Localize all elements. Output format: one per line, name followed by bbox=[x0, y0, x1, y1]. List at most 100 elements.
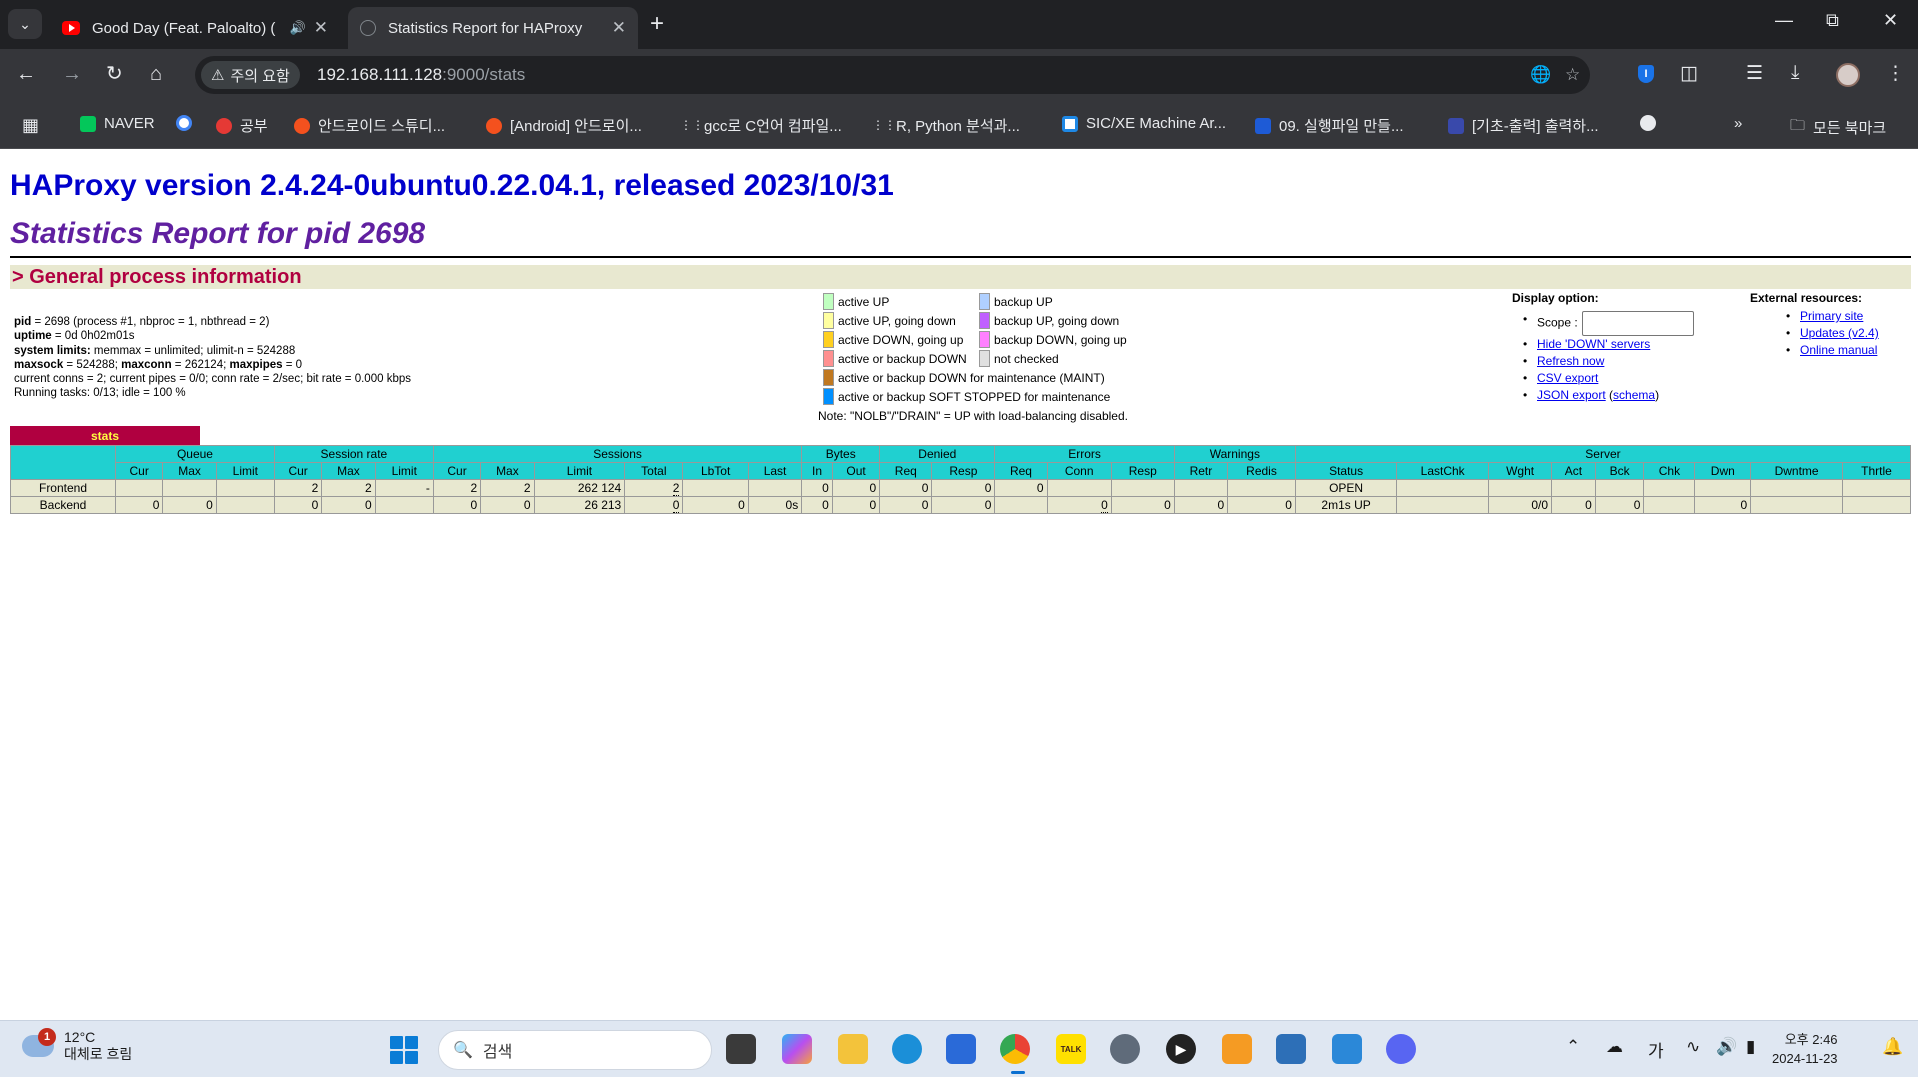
ime-indicator[interactable]: 가 bbox=[1648, 1037, 1664, 1062]
refresh-now-link[interactable]: Refresh now bbox=[1537, 354, 1604, 368]
network-app-icon[interactable] bbox=[1276, 1034, 1306, 1064]
system-clock[interactable]: 오후 2:46 2024-11-23 bbox=[1772, 1030, 1838, 1068]
active-app-indicator bbox=[1011, 1071, 1025, 1074]
notifications-icon[interactable]: 🔔 bbox=[1882, 1037, 1903, 1057]
tab-haproxy-stats[interactable]: Statistics Report for HAProxy ✕ bbox=[348, 7, 638, 49]
star-icon[interactable]: ☆ bbox=[1565, 65, 1580, 85]
table-cell bbox=[1227, 479, 1296, 497]
legend-swatch bbox=[823, 293, 834, 310]
maxsock-value: = 524288; bbox=[63, 358, 122, 371]
updates-link[interactable]: Updates (v2.4) bbox=[1800, 326, 1879, 340]
bookmark-naver[interactable]: NAVER bbox=[80, 115, 155, 132]
primary-site-link[interactable]: Primary site bbox=[1800, 309, 1863, 323]
bookmark-android[interactable]: [Android] 안드로이... bbox=[486, 115, 642, 136]
wifi-icon[interactable]: ∿ bbox=[1686, 1037, 1700, 1057]
cell-value[interactable]: 0 bbox=[672, 498, 680, 513]
table-cell: 0 bbox=[321, 496, 376, 514]
url-text[interactable]: 192.168.111.128:9000/stats bbox=[317, 65, 525, 85]
start-button[interactable] bbox=[390, 1036, 418, 1064]
folder-icon: 🗀 bbox=[1790, 117, 1806, 134]
new-tab-button[interactable]: + bbox=[650, 11, 664, 37]
media-player-icon[interactable]: ▶ bbox=[1166, 1034, 1196, 1064]
bookmark-basics-output[interactable]: [기초-출력] 출력하... bbox=[1448, 115, 1599, 136]
online-manual-link[interactable]: Online manual bbox=[1800, 343, 1877, 357]
settings-gear-icon[interactable] bbox=[1110, 1034, 1140, 1064]
column-header: LastChk bbox=[1396, 462, 1490, 480]
bookmark-sicxe[interactable]: SIC/XE Machine Ar... bbox=[1062, 115, 1226, 132]
copilot-icon[interactable] bbox=[782, 1034, 812, 1064]
back-arrow-icon[interactable]: ← bbox=[16, 62, 36, 86]
file-explorer-icon[interactable] bbox=[838, 1034, 868, 1064]
onedrive-offline-icon[interactable]: ☁ bbox=[1606, 1037, 1623, 1057]
proxy-name-tab[interactable]: stats bbox=[10, 426, 200, 446]
bookmark-study[interactable]: 공부 bbox=[216, 115, 268, 136]
translate-icon[interactable]: 🌐 bbox=[1530, 65, 1551, 85]
home-icon[interactable]: ⌂ bbox=[150, 62, 162, 86]
bookmark-google[interactable] bbox=[176, 115, 192, 131]
vmware-icon[interactable] bbox=[1222, 1034, 1252, 1064]
notepad-icon[interactable] bbox=[1332, 1034, 1362, 1064]
security-chip[interactable]: ⚠ 주의 요함 bbox=[201, 61, 300, 89]
chrome-icon[interactable] bbox=[1000, 1034, 1030, 1064]
json-schema-link[interactable]: schema bbox=[1613, 388, 1655, 402]
store-icon[interactable] bbox=[946, 1034, 976, 1064]
hide-down-servers-link[interactable]: Hide 'DOWN' servers bbox=[1537, 337, 1650, 351]
row-name[interactable]: Backend bbox=[10, 496, 116, 514]
column-header: LbTot bbox=[682, 462, 749, 480]
scope-input[interactable] bbox=[1581, 311, 1694, 336]
audio-playing-icon[interactable]: 🔊 bbox=[290, 20, 306, 36]
legend-label: active DOWN, going up bbox=[838, 332, 964, 347]
minimize-icon[interactable]: — bbox=[1775, 10, 1793, 31]
download-icon[interactable]: ⤓ bbox=[1791, 62, 1799, 84]
tab-search-button[interactable]: ⌄ bbox=[8, 9, 42, 39]
table-column-header: Cur Max Limit Cur Max Limit Cur Max Limit Total Lb… bbox=[11, 462, 1912, 480]
csv-export-link[interactable]: CSV export bbox=[1537, 371, 1598, 385]
group-header: Denied bbox=[879, 445, 996, 463]
kebab-menu-icon[interactable]: ⋮ bbox=[1886, 62, 1905, 85]
address-bar[interactable]: ⚠ 주의 요함 192.168.111.128:9000/stats 🌐 ☆ bbox=[195, 56, 1590, 94]
bookmark-r-python[interactable]: ⋮⋮ R, Python 분석과... bbox=[872, 115, 1020, 136]
table-cell bbox=[162, 479, 217, 497]
taskbar-search[interactable]: 🔍 검색 bbox=[438, 1030, 712, 1070]
table-cell: 0 bbox=[432, 496, 482, 514]
json-export-link[interactable]: JSON export bbox=[1537, 388, 1606, 402]
table-cell: 0 bbox=[994, 479, 1048, 497]
edge-icon[interactable] bbox=[892, 1034, 922, 1064]
password-manager-icon[interactable]: I bbox=[1638, 65, 1654, 83]
forward-arrow-icon[interactable]: → bbox=[62, 62, 82, 86]
battery-icon[interactable]: ▮ bbox=[1746, 1037, 1755, 1057]
all-bookmarks[interactable]: 🗀 모든 북마크 bbox=[1790, 115, 1886, 140]
chevron-up-icon[interactable]: ⌃ bbox=[1566, 1037, 1580, 1057]
bookmark-gcc[interactable]: ⋮⋮ gcc로 C언어 컴파일... bbox=[680, 115, 842, 136]
close-icon[interactable]: ✕ bbox=[314, 18, 328, 38]
list-item: Hide 'DOWN' servers bbox=[1523, 336, 1694, 353]
google-icon bbox=[176, 115, 192, 131]
column-header: Req bbox=[994, 462, 1048, 480]
kakaotalk-icon[interactable]: TALK bbox=[1056, 1034, 1086, 1064]
more-bookmarks-icon[interactable]: » bbox=[1734, 115, 1742, 132]
media-control-icon[interactable]: ☰ bbox=[1746, 62, 1763, 85]
avatar[interactable] bbox=[1836, 63, 1860, 87]
close-icon[interactable]: ✕ bbox=[612, 18, 626, 38]
volume-icon[interactable]: 🔊 bbox=[1716, 1037, 1737, 1057]
table-cell bbox=[1594, 479, 1645, 497]
cell-value[interactable]: 0 bbox=[1101, 498, 1108, 513]
task-view-icon[interactable] bbox=[726, 1034, 756, 1064]
table-cell: 0 bbox=[831, 479, 881, 497]
restore-icon[interactable]: ⧉ bbox=[1826, 10, 1839, 31]
bookmark-android-studio[interactable]: 안드로이드 스튜디... bbox=[294, 115, 445, 136]
bookmark-globe[interactable] bbox=[1640, 115, 1656, 131]
column-header: Cur bbox=[432, 462, 482, 480]
window-close-icon[interactable]: ✕ bbox=[1883, 10, 1898, 31]
table-cell: 0 bbox=[931, 479, 996, 497]
tab-youtube[interactable]: Good Day (Feat. Paloalto) ( 🔊 ✕ bbox=[50, 7, 340, 49]
cell-value[interactable]: 2 bbox=[672, 481, 680, 496]
reload-icon[interactable]: ↻ bbox=[106, 62, 123, 86]
extensions-icon[interactable]: ◫ bbox=[1680, 62, 1698, 85]
table-cell bbox=[682, 479, 749, 497]
row-name[interactable]: Frontend bbox=[10, 479, 116, 497]
apps-grid-icon[interactable]: ▦ bbox=[22, 115, 39, 136]
bookmark-exe[interactable]: 09. 실행파일 만들... bbox=[1255, 115, 1404, 136]
table-cell: 2 bbox=[273, 479, 323, 497]
discord-icon[interactable] bbox=[1386, 1034, 1416, 1064]
